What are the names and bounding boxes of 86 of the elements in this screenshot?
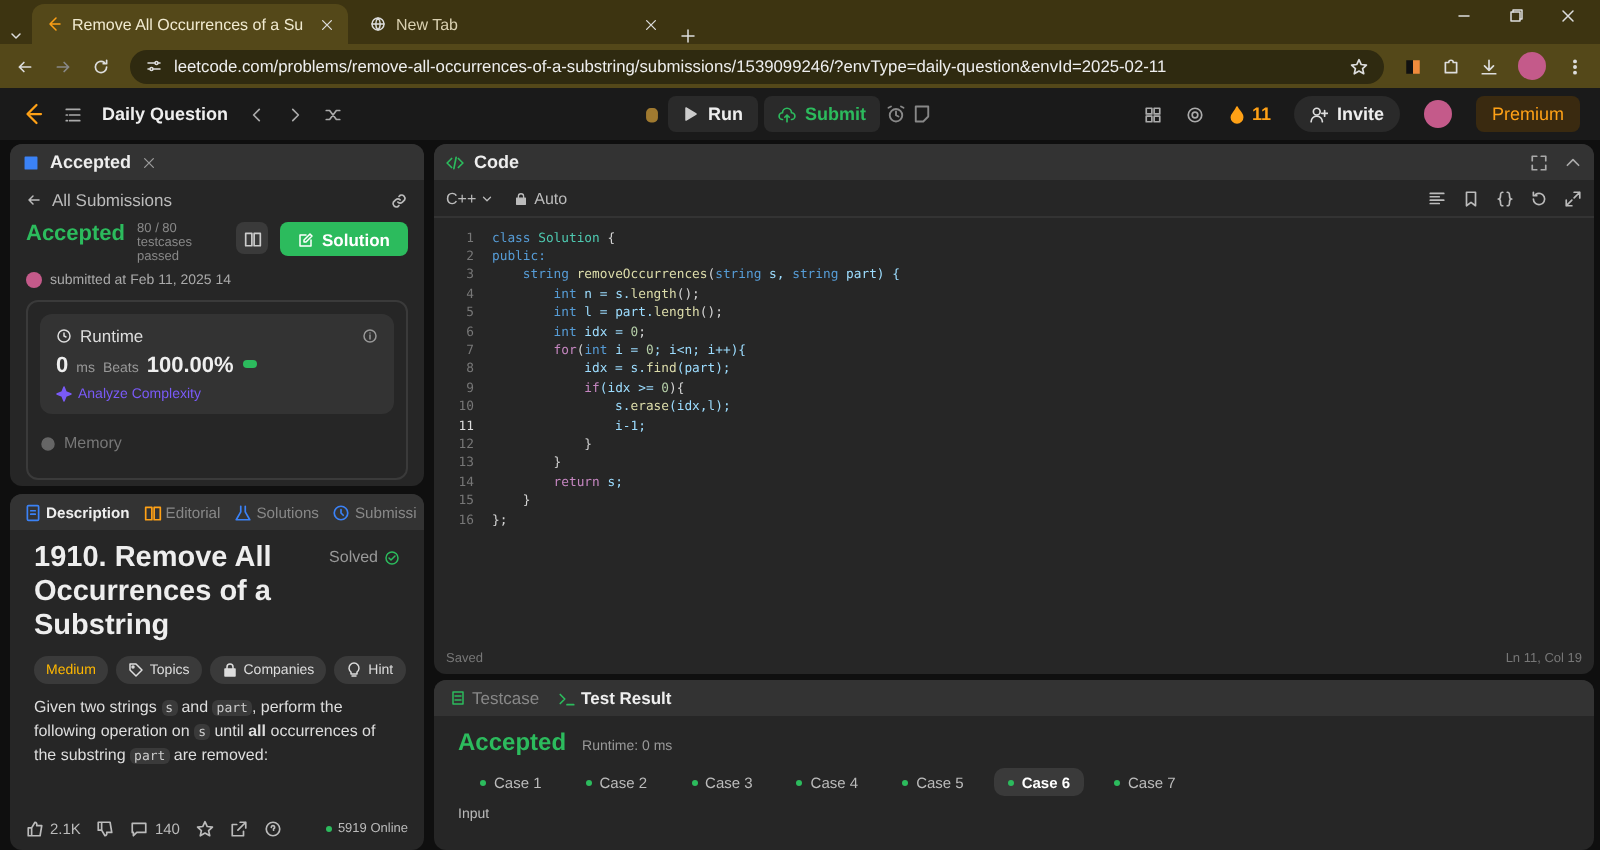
browser-tab[interactable]: New Tab [356,4,672,44]
expand-icon[interactable] [1564,189,1582,207]
new-tab-icon[interactable] [680,28,696,44]
comment-icon [130,819,149,837]
site-settings-icon [146,58,162,74]
play-icon [682,106,699,122]
invite-button[interactable]: Invite [1294,96,1400,132]
lock-icon [221,662,238,678]
site-logo-icon [46,16,62,32]
check-circle-icon [384,549,400,565]
chevron-down-icon [480,191,495,205]
submission-status: Accepted [26,222,126,246]
beats-percentage: 100.00% [146,354,234,378]
globe-icon [370,16,386,32]
shuffle-icon[interactable] [324,105,343,123]
add-user-icon [1310,105,1329,123]
clock-icon [56,328,72,344]
download-icon[interactable] [1480,57,1498,75]
terminal-icon [557,689,576,707]
address-bar[interactable]: leetcode.com/problems/remove-all-occurrences-of-a-substring/submissions/1539099246/?envType=daily-question&envId=2025-02-11 [130,49,1384,83]
share-icon[interactable] [229,819,248,837]
question-circle-icon[interactable] [263,819,282,837]
bookmark-icon[interactable] [1462,189,1480,207]
edit-icon [298,231,314,247]
panel-tab[interactable]: Accepted [50,152,132,172]
extension-logo-icon[interactable] [1404,57,1422,75]
premium-button[interactable]: Premium [1475,96,1580,132]
checkbox-list-icon [450,690,466,706]
mode-label[interactable]: Auto [534,189,568,207]
problem-title: 1910. Remove All Occurrences of a Substring [34,542,274,644]
alarm-clock-icon[interactable] [886,104,907,124]
book-icon [243,229,262,247]
document-icon [24,503,42,521]
book-icon [143,503,162,521]
restore-icon[interactable] [1508,8,1524,24]
cloud-upload-icon [777,105,796,123]
flask-icon [234,503,253,521]
star-icon[interactable] [1350,57,1368,75]
reset-icon[interactable] [1530,189,1548,207]
puzzle-icon[interactable] [1442,57,1460,75]
submit-button[interactable]: Submit [763,96,881,132]
thumbs-down-icon[interactable] [96,819,115,837]
reload-icon[interactable] [92,57,110,75]
chevron-up-icon[interactable] [1564,153,1582,171]
history-icon [332,503,351,521]
nav-title[interactable]: Daily Question [102,104,229,124]
runtime-label: Runtime [80,326,144,346]
run-button[interactable]: Run [668,96,758,132]
chevron-down-icon[interactable] [8,28,24,44]
note-icon[interactable] [912,104,933,124]
format-icon[interactable] [1428,189,1446,207]
info-icon[interactable] [362,328,378,344]
forward-arrow-icon[interactable] [54,57,72,75]
braces-icon[interactable] [1496,189,1514,207]
close-icon[interactable] [141,155,156,169]
panel-tab[interactable]: Test Result [553,688,676,708]
link-icon[interactable] [390,191,408,209]
editorial-button[interactable] [236,222,268,254]
tag-icon [127,662,144,678]
back-arrow-icon[interactable] [26,192,42,208]
lock-icon [514,191,529,205]
streak-counter[interactable]: 11 [1227,104,1271,124]
user-avatar[interactable] [1423,100,1452,128]
solved-label: Solved [329,548,378,566]
panel-tab[interactable]: Testcase [446,688,544,708]
sparkle-icon [56,386,72,402]
lightbulb-icon [346,662,363,678]
list-icon[interactable] [64,105,82,123]
online-dot [325,825,332,831]
user-avatar [26,272,42,288]
settings-icon[interactable] [1185,105,1204,123]
language-dropdown[interactable]: C++ [446,189,495,207]
fullscreen-icon[interactable] [1530,153,1548,171]
code-icon [446,153,464,171]
layout-grid-icon[interactable] [1143,105,1162,123]
thumbs-up-icon [26,819,44,837]
panel-title: Code [474,152,519,172]
all-submissions-link[interactable]: All Submissions [52,190,172,210]
result-status: Accepted [458,728,567,756]
runtime-value: 0 [56,354,69,378]
badge-icon [241,356,258,372]
back-arrow-icon[interactable] [16,57,34,75]
flame-icon [1227,105,1246,123]
chevron-right-icon[interactable] [286,105,305,123]
browser-tab[interactable]: Remove All Occurrences of a Su [32,4,348,44]
star-icon[interactable] [195,819,214,837]
